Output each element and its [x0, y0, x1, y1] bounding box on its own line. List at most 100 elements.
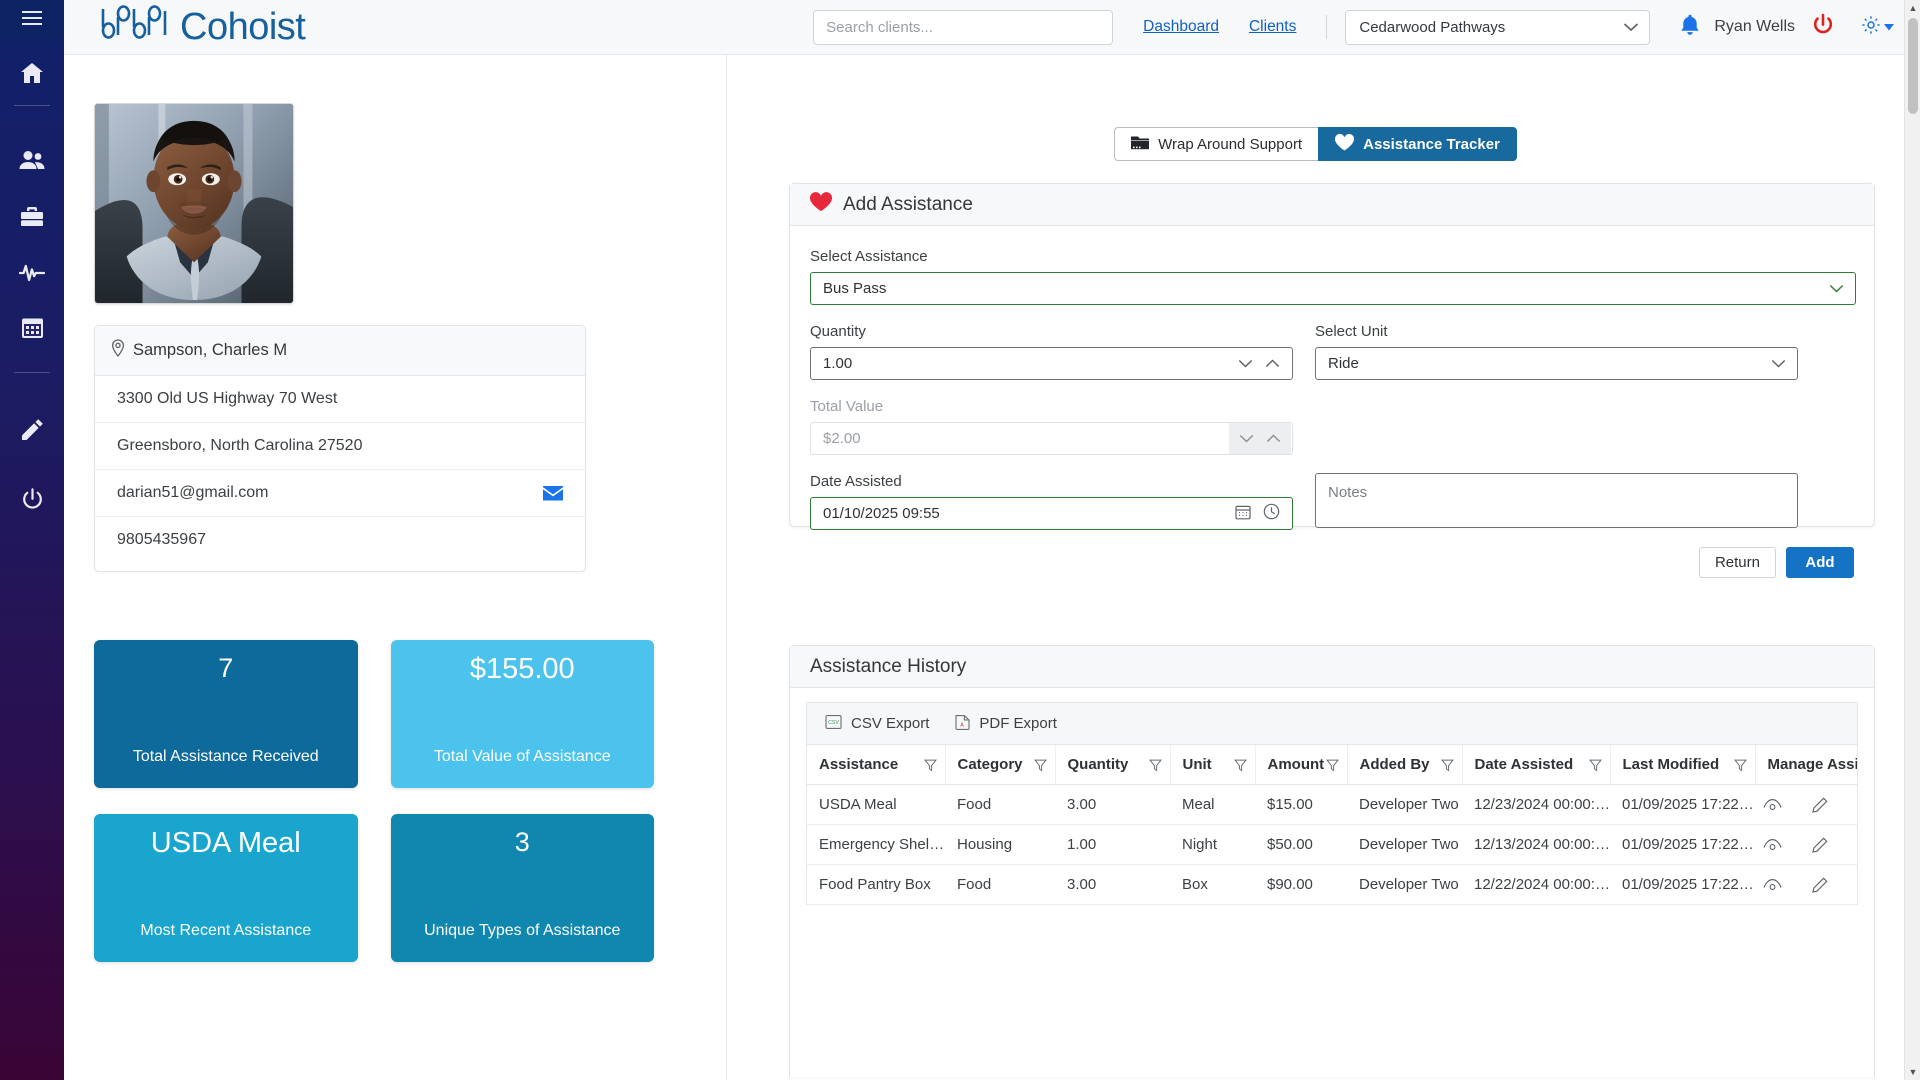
stat-tile-unique-types-of-assistance[interactable]: 3 Unique Types of Assistance	[390, 814, 654, 962]
date-assisted-buttons[interactable]	[1235, 503, 1286, 524]
calendar-icon[interactable]	[1235, 504, 1251, 524]
column-header-manage-assistance: Manage Assistance	[1755, 745, 1857, 785]
csv-export-button[interactable]: CSV CSV Export	[825, 714, 929, 734]
organization-select[interactable]: Cedarwood Pathways	[1345, 9, 1651, 45]
edit-icon[interactable]	[1812, 877, 1828, 893]
column-header-added-by[interactable]: Added By	[1347, 745, 1463, 785]
assistance-history-table: Assistance Category Quantity Unit Amount…	[807, 745, 1857, 905]
cell-date-assisted: 12/23/2024 00:00:00	[1462, 784, 1610, 825]
column-header-unit[interactable]: Unit	[1170, 745, 1256, 785]
column-header-assistance[interactable]: Assistance	[807, 745, 946, 785]
notifications-button[interactable]	[1680, 14, 1700, 41]
add-button[interactable]: Add	[1786, 547, 1854, 578]
menu-toggle-button[interactable]	[0, 0, 64, 41]
chevron-down-icon	[1829, 284, 1849, 293]
rail-divider-bottom	[14, 372, 50, 373]
column-header-category[interactable]: Category	[945, 745, 1056, 785]
brand-logo[interactable]: Cohoist	[98, 2, 306, 52]
clock-icon[interactable]	[1263, 503, 1280, 524]
client-stat-tiles: 7 Total Assistance Received $155.00 Tota…	[94, 640, 654, 988]
select-assistance-dropdown[interactable]: Bus Pass	[810, 272, 1856, 305]
tab-label: Wrap Around Support	[1158, 135, 1303, 153]
chevron-down-icon	[1623, 19, 1639, 36]
hamburger-icon	[22, 10, 42, 31]
table-row[interactable]: Food Pantry Box Food 3.00 Box $90.00 Dev…	[807, 864, 1857, 905]
scroll-up-arrow-icon[interactable]: ▲	[1905, 0, 1920, 16]
send-email-button[interactable]	[543, 485, 563, 501]
view-icon[interactable]	[1763, 838, 1782, 851]
notes-input[interactable]	[1315, 473, 1798, 528]
column-label: Category	[957, 756, 1023, 773]
chevron-down-icon[interactable]	[1238, 355, 1253, 372]
column-label: Last Modified	[1622, 756, 1720, 773]
cell-last-modified: 01/09/2025 17:22:04	[1610, 784, 1755, 825]
edit-icon[interactable]	[1812, 797, 1828, 813]
logout-button[interactable]	[1811, 13, 1835, 42]
grid-toolbar: CSV CSV Export A PDF Export	[807, 703, 1857, 745]
date-assisted-input[interactable]: 01/10/2025 09:55	[810, 497, 1293, 530]
column-label: Unit	[1182, 756, 1212, 773]
stat-tile-value: 3	[514, 827, 530, 857]
client-photo	[95, 104, 293, 303]
nav-link-clients[interactable]: Clients	[1249, 18, 1296, 36]
settings-menu-button[interactable]	[1861, 15, 1894, 40]
sidebar-item-calendar[interactable]	[0, 300, 64, 356]
notes-group	[1315, 473, 1798, 533]
column-header-last-modified[interactable]: Last Modified	[1610, 745, 1756, 785]
assistance-grid: CSV CSV Export A PDF Export Assistance C…	[806, 702, 1858, 905]
cell-date-assisted: 12/22/2024 00:00:00	[1462, 864, 1610, 905]
quantity-stepper[interactable]: 1.00	[810, 347, 1293, 380]
scrollbar-thumb[interactable]	[1908, 18, 1918, 114]
cell-amount: $90.00	[1255, 864, 1347, 905]
filter-icon[interactable]	[1148, 758, 1162, 771]
column-header-quantity[interactable]: Quantity	[1055, 745, 1171, 785]
table-row[interactable]: USDA Meal Food 3.00 Meal $15.00 Develope…	[807, 784, 1857, 825]
return-button[interactable]: Return	[1698, 547, 1776, 578]
edit-icon[interactable]	[1812, 837, 1828, 853]
filter-icon[interactable]	[1733, 758, 1747, 771]
cell-unit: Box	[1170, 864, 1255, 905]
filter-icon[interactable]	[1588, 758, 1602, 771]
column-label: Assistance	[819, 756, 899, 773]
table-row[interactable]: Emergency Shelter ... Housing 1.00 Night…	[807, 824, 1857, 865]
sidebar-item-clients[interactable]	[0, 132, 64, 188]
select-unit-dropdown[interactable]: Ride	[1315, 347, 1798, 380]
tab-wrap-around-support[interactable]: Wrap Around Support	[1114, 127, 1319, 161]
search-input[interactable]	[813, 9, 1114, 45]
filter-icon[interactable]	[1233, 758, 1247, 771]
folder-icon	[1131, 135, 1150, 154]
sidebar-item-notes[interactable]	[0, 401, 64, 457]
quantity-spinner[interactable]	[1238, 355, 1286, 372]
nav-link-dashboard[interactable]: Dashboard	[1143, 18, 1219, 36]
stat-tile-most-recent-assistance[interactable]: USDA Meal Most Recent Assistance	[94, 814, 358, 962]
page-scrollbar[interactable]: ▲ ▼	[1904, 0, 1920, 1080]
power-icon	[1811, 13, 1835, 42]
sidebar-item-activity[interactable]	[0, 244, 64, 300]
view-icon[interactable]	[1763, 798, 1782, 811]
pdf-export-label: PDF Export	[979, 715, 1057, 732]
view-icon[interactable]	[1763, 878, 1782, 891]
stat-tile-total-value-of-assistance[interactable]: $155.00 Total Value of Assistance	[390, 640, 654, 788]
column-label: Quantity	[1067, 756, 1129, 773]
scroll-down-arrow-icon[interactable]: ▼	[1905, 1064, 1920, 1080]
cell-added-by: Developer Two	[1347, 784, 1462, 825]
chevron-up-icon	[1266, 430, 1281, 447]
sidebar-item-home[interactable]	[0, 45, 64, 101]
column-label: Amount	[1267, 756, 1325, 773]
chevron-up-icon[interactable]	[1265, 355, 1280, 372]
tab-assistance-tracker[interactable]: Assistance Tracker	[1318, 127, 1517, 161]
column-header-amount[interactable]: Amount	[1255, 745, 1348, 785]
column-header-date-assisted[interactable]: Date Assisted	[1462, 745, 1611, 785]
cell-assistance: Emergency Shelter ...	[807, 824, 945, 865]
sidebar-item-cases[interactable]	[0, 188, 64, 244]
cell-last-modified: 01/09/2025 17:22:04	[1610, 824, 1755, 865]
filter-icon[interactable]	[1440, 758, 1454, 771]
stat-tile-total-assistance-received[interactable]: 7 Total Assistance Received	[94, 640, 358, 788]
filter-icon[interactable]	[1325, 758, 1339, 771]
power-icon	[21, 487, 44, 511]
sidebar-item-logout[interactable]	[0, 471, 64, 527]
pdf-export-button[interactable]: A PDF Export	[955, 714, 1057, 734]
client-city-state-zip: Greensboro, North Carolina 27520	[95, 423, 585, 470]
filter-icon[interactable]	[1033, 758, 1047, 771]
filter-icon[interactable]	[923, 758, 937, 771]
